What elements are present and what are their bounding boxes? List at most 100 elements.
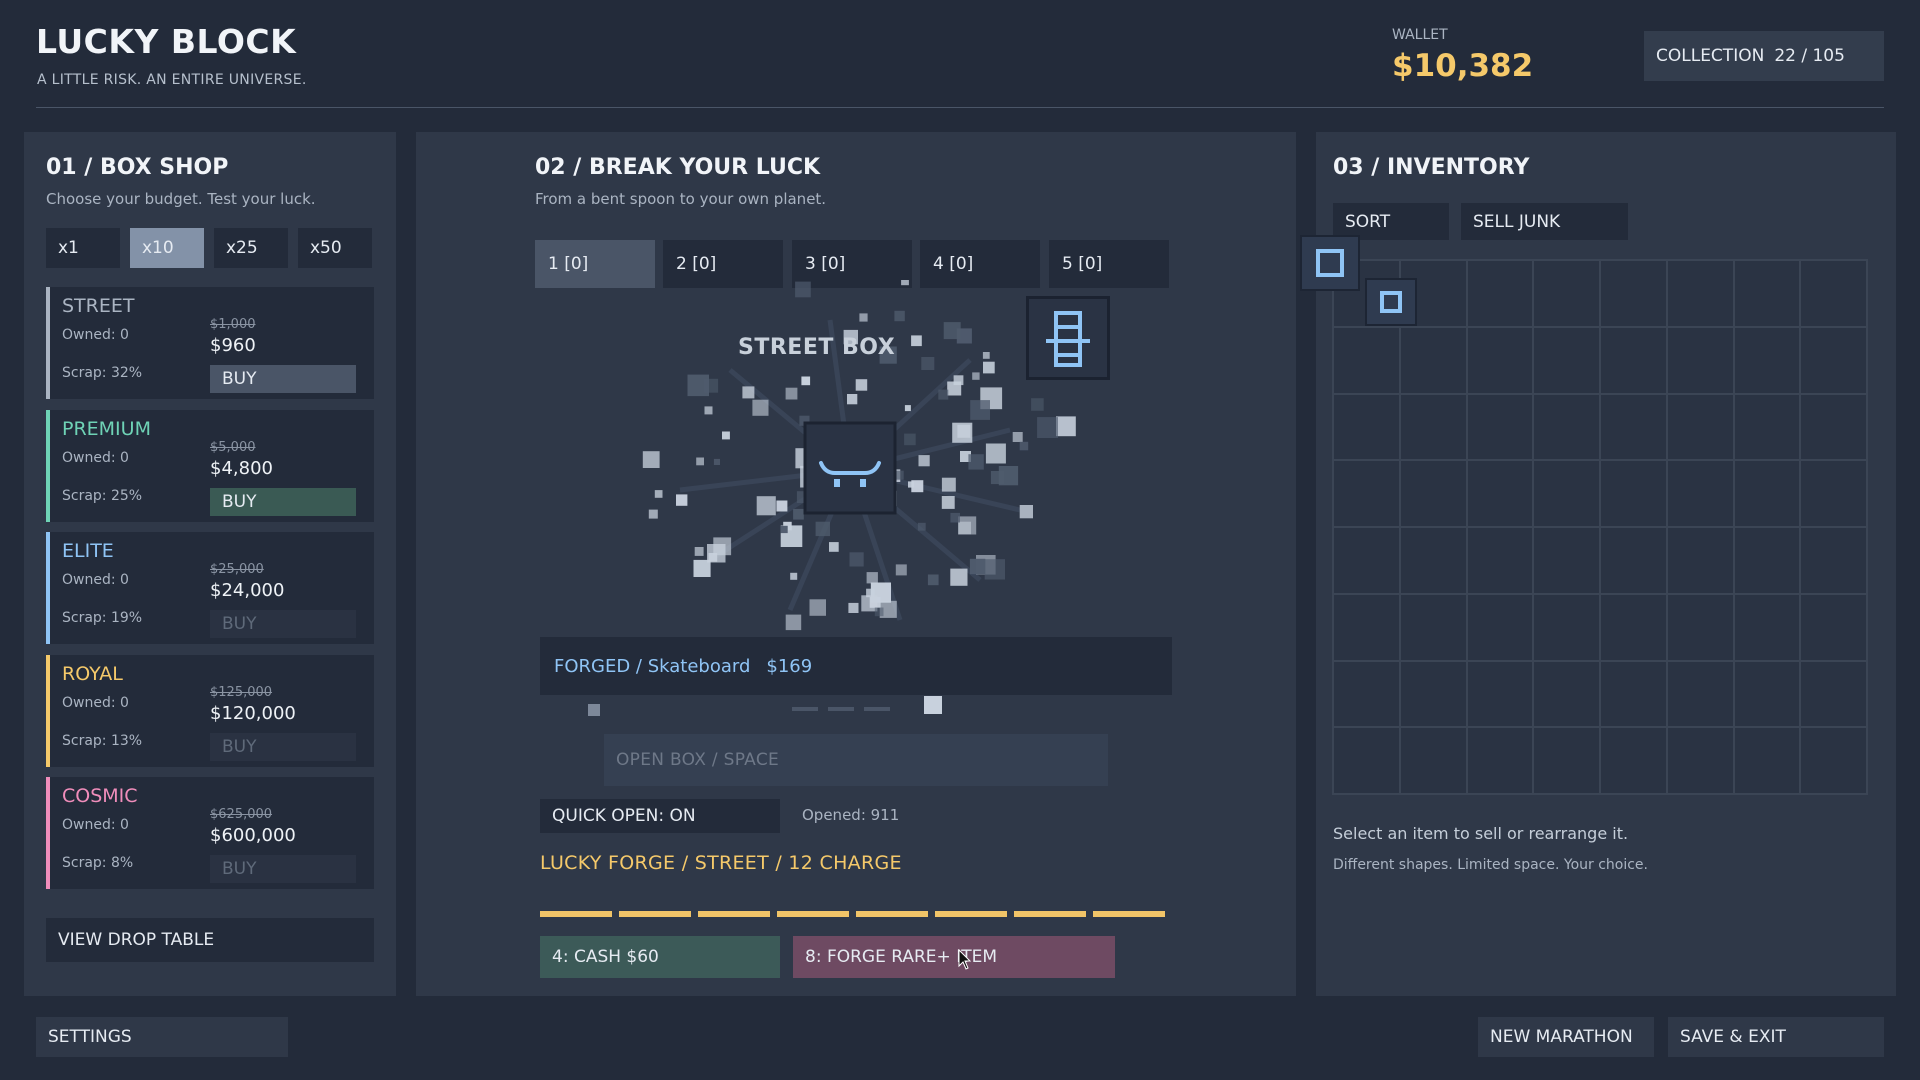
multiplier-x50[interactable]: x50 — [298, 228, 372, 268]
inventory-cell[interactable] — [1534, 394, 1599, 460]
inventory-cell[interactable] — [1334, 594, 1399, 660]
inventory-cell[interactable] — [1801, 461, 1866, 526]
inventory-cell[interactable] — [1734, 594, 1800, 660]
inventory-cell[interactable] — [1801, 728, 1866, 793]
inventory-cell[interactable] — [1667, 461, 1733, 526]
multiplier-x25[interactable]: x25 — [214, 228, 288, 268]
inventory-cell[interactable] — [1667, 261, 1733, 326]
inventory-cell[interactable] — [1534, 728, 1599, 793]
inventory-cell[interactable] — [1734, 261, 1800, 326]
settings-button[interactable]: SETTINGS — [36, 1017, 288, 1057]
inventory-item-square-large[interactable] — [1300, 235, 1360, 291]
inventory-cell[interactable] — [1601, 728, 1666, 793]
inventory-cell[interactable] — [1667, 728, 1733, 793]
inventory-grid[interactable] — [1332, 259, 1868, 795]
inventory-cell[interactable] — [1467, 327, 1533, 393]
inventory-cell[interactable] — [1400, 461, 1466, 526]
inventory-cell[interactable] — [1467, 661, 1533, 727]
inventory-cell[interactable] — [1467, 461, 1533, 526]
inventory-cell[interactable] — [1400, 528, 1466, 593]
inventory-cell[interactable] — [1734, 728, 1800, 793]
inventory-cell[interactable] — [1734, 327, 1800, 393]
ladder-icon — [1046, 311, 1090, 367]
inventory-cell[interactable] — [1334, 327, 1399, 393]
particle — [917, 522, 926, 531]
inventory-cell[interactable] — [1801, 594, 1866, 660]
inventory-cell[interactable] — [1400, 327, 1466, 393]
inventory-cell[interactable] — [1400, 661, 1466, 727]
multiplier-x10[interactable]: x10 — [130, 228, 204, 268]
collection-button[interactable]: COLLECTION 22 / 105 — [1644, 31, 1884, 81]
inventory-cell[interactable] — [1601, 594, 1666, 660]
inventory-cell[interactable] — [1801, 661, 1866, 727]
inventory-cell[interactable] — [1601, 461, 1666, 526]
inventory-cell[interactable] — [1400, 594, 1466, 660]
inventory-cell[interactable] — [1334, 394, 1399, 460]
particle — [1037, 417, 1058, 438]
inventory-cell[interactable] — [1667, 594, 1733, 660]
inventory-cell[interactable] — [1534, 327, 1599, 393]
inventory-cell[interactable] — [1601, 394, 1666, 460]
inventory-cell[interactable] — [1601, 528, 1666, 593]
inventory-cell[interactable] — [1734, 394, 1800, 460]
inventory-cell[interactable] — [1801, 528, 1866, 593]
inventory-cell[interactable] — [1601, 261, 1666, 326]
inventory-cell[interactable] — [1667, 661, 1733, 727]
buy-street-button[interactable]: BUY — [210, 365, 356, 393]
inventory-cell[interactable] — [1601, 327, 1666, 393]
inventory-cell[interactable] — [1400, 728, 1466, 793]
inventory-cell[interactable] — [1534, 528, 1599, 593]
charge-segment — [1093, 911, 1165, 917]
inventory-cell[interactable] — [1334, 661, 1399, 727]
inventory-cell[interactable] — [1534, 461, 1599, 526]
particle — [849, 552, 864, 567]
new-marathon-button[interactable]: NEW MARATHON — [1478, 1017, 1654, 1057]
box-card-royal: ROYAL Owned: 0 Scrap: 13% $125,000 $120,… — [46, 655, 374, 767]
inventory-cell[interactable] — [1334, 461, 1399, 526]
particle — [1019, 441, 1029, 451]
game-tagline: A LITTLE RISK. AN ENTIRE UNIVERSE. — [37, 72, 307, 88]
inventory-cell[interactable] — [1734, 528, 1800, 593]
particle — [952, 422, 973, 443]
box-card-cosmic: COSMIC Owned: 0 Scrap: 8% $625,000 $600,… — [46, 777, 374, 889]
box-name: PREMIUM — [62, 418, 151, 440]
reward-cash-button[interactable]: 4: CASH $60 — [540, 936, 780, 978]
inventory-cell[interactable] — [1667, 394, 1733, 460]
inventory-cell[interactable] — [1467, 594, 1533, 660]
inventory-cell[interactable] — [1467, 728, 1533, 793]
multiplier-x1[interactable]: x1 — [46, 228, 120, 268]
inventory-cell[interactable] — [1534, 261, 1599, 326]
inventory-cell[interactable] — [1467, 528, 1533, 593]
buy-premium-button[interactable]: BUY — [210, 488, 356, 516]
view-drop-table-button[interactable]: VIEW DROP TABLE — [46, 918, 374, 962]
reward-forge-button[interactable]: 8: FORGE RARE+ ITEM — [793, 936, 1115, 978]
inventory-cell[interactable] — [1667, 327, 1733, 393]
inventory-cell[interactable] — [1667, 528, 1733, 593]
inventory-cell[interactable] — [1534, 594, 1599, 660]
inventory-cell[interactable] — [1467, 394, 1533, 460]
inventory-cell[interactable] — [1734, 661, 1800, 727]
box-price: $24,000 — [210, 580, 285, 601]
inventory-cell[interactable] — [1801, 327, 1866, 393]
quick-open-toggle[interactable]: QUICK OPEN: ON — [540, 799, 780, 833]
inventory-cell[interactable] — [1801, 394, 1866, 460]
buy-elite-button[interactable]: BUY — [210, 610, 356, 638]
open-box-button[interactable]: OPEN BOX / SPACE — [604, 734, 1108, 786]
inventory-item-square-small[interactable] — [1365, 278, 1417, 326]
sell-junk-button[interactable]: SELL JUNK — [1461, 203, 1628, 240]
particle — [809, 599, 826, 616]
save-exit-button[interactable]: SAVE & EXIT — [1668, 1017, 1884, 1057]
square-item-icon — [1316, 249, 1344, 277]
buy-royal-button[interactable]: BUY — [210, 733, 356, 761]
particle — [1056, 416, 1076, 437]
inventory-cell[interactable] — [1534, 661, 1599, 727]
inventory-cell[interactable] — [1334, 528, 1399, 593]
buy-cosmic-button[interactable]: BUY — [210, 855, 356, 883]
lucky-forge-label: LUCKY FORGE / STREET / 12 CHARGE — [540, 852, 902, 874]
inventory-cell[interactable] — [1400, 394, 1466, 460]
inventory-cell[interactable] — [1801, 261, 1866, 326]
inventory-cell[interactable] — [1467, 261, 1533, 326]
inventory-cell[interactable] — [1334, 728, 1399, 793]
inventory-cell[interactable] — [1734, 461, 1800, 526]
inventory-cell[interactable] — [1601, 661, 1666, 727]
